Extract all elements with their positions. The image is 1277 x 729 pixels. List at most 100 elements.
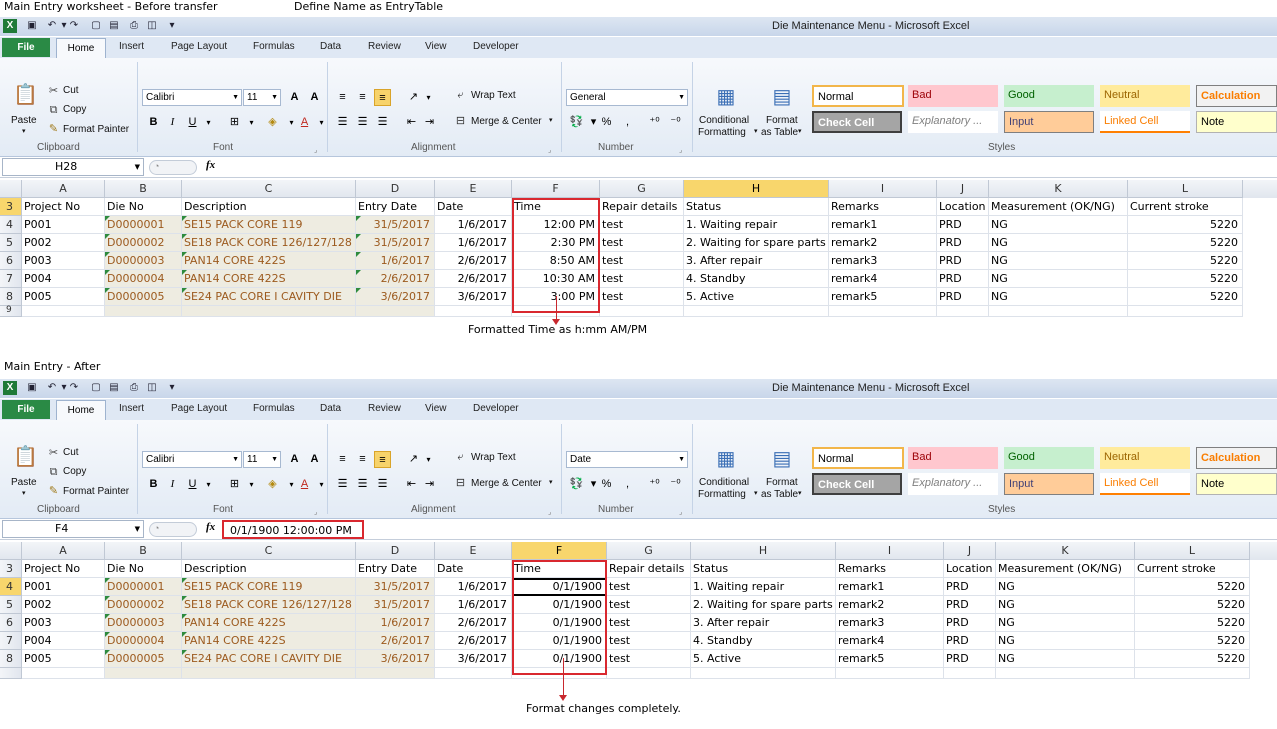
underline-icon[interactable]: U xyxy=(184,476,201,493)
table-cell[interactable]: D0000004 xyxy=(105,270,182,288)
print-icon[interactable]: ⎙ xyxy=(128,382,140,394)
style-normal[interactable]: Normal xyxy=(812,447,904,469)
table-cell[interactable]: P003 xyxy=(22,252,105,270)
table-cell[interactable] xyxy=(989,306,1128,317)
column-title-cell[interactable]: Description xyxy=(182,198,356,216)
table-cell[interactable]: 2/6/2017 xyxy=(435,270,512,288)
column-title-cell[interactable]: Remarks xyxy=(836,560,944,578)
table-cell[interactable]: test xyxy=(607,650,691,668)
copy-icon[interactable]: ⧉ xyxy=(45,102,62,119)
column-title-cell[interactable]: Status xyxy=(691,560,836,578)
table-cell[interactable]: 0/1/1900 xyxy=(512,578,607,596)
font-size-combo[interactable]: 11 ▼ xyxy=(243,451,281,468)
column-title-cell[interactable]: Location xyxy=(937,198,989,216)
tab-page-layout[interactable]: Page Layout xyxy=(171,403,227,414)
table-cell[interactable]: NG xyxy=(989,252,1128,270)
column-title-cell[interactable]: Time xyxy=(512,560,607,578)
table-cell[interactable]: test xyxy=(607,632,691,650)
table-cell[interactable]: 2/6/2017 xyxy=(435,632,512,650)
table-cell[interactable] xyxy=(996,668,1135,679)
bold-icon[interactable]: B xyxy=(145,476,162,493)
decrease-decimal-icon[interactable]: ⁻⁰ xyxy=(667,114,684,131)
open-icon[interactable]: ▤ xyxy=(108,382,120,394)
wrap-text-icon[interactable]: ⤶ xyxy=(452,87,469,104)
align-right-icon[interactable]: ☰ xyxy=(374,114,391,131)
table-cell[interactable] xyxy=(944,668,996,679)
column-header-L[interactable]: L xyxy=(1135,542,1250,560)
column-header-G[interactable]: G xyxy=(607,542,691,560)
print-preview-icon[interactable]: ◫ xyxy=(146,382,158,394)
cut-button[interactable]: Cut xyxy=(63,447,79,458)
format-as-table-dropdown-icon[interactable]: ▾ xyxy=(798,127,802,135)
table-cell[interactable]: SE18 PACK CORE 126/127/128 xyxy=(182,234,356,252)
table-cell[interactable]: D0000003 xyxy=(105,614,182,632)
align-middle-icon[interactable]: ≡ xyxy=(354,89,371,106)
table-cell[interactable]: 10:30 AM xyxy=(512,270,600,288)
row-header[interactable]: 8 xyxy=(0,650,22,668)
table-cell[interactable]: P004 xyxy=(22,632,105,650)
column-header-E[interactable]: E xyxy=(435,180,512,198)
underline-dropdown-icon[interactable]: ▾ xyxy=(200,114,217,131)
shrink-font-icon[interactable]: A xyxy=(306,89,323,106)
table-cell[interactable]: test xyxy=(600,216,684,234)
column-header-K[interactable]: K xyxy=(989,180,1128,198)
table-cell[interactable]: NG xyxy=(989,234,1128,252)
style-check-cell[interactable]: Check Cell xyxy=(812,473,902,495)
column-title-cell[interactable]: Current stroke xyxy=(1135,560,1250,578)
table-cell[interactable]: 1/6/2017 xyxy=(435,234,512,252)
style-explanatory[interactable]: Explanatory ... xyxy=(908,473,998,495)
column-title-cell[interactable]: Project No xyxy=(22,560,105,578)
font-color-icon[interactable]: A xyxy=(296,114,313,131)
wrap-text-button[interactable]: Wrap Text xyxy=(471,90,516,101)
style-explanatory[interactable]: Explanatory ... xyxy=(908,111,998,133)
table-cell[interactable]: P005 xyxy=(22,288,105,306)
table-cell[interactable]: D0000002 xyxy=(105,596,182,614)
customize-qat-icon[interactable]: ▾ xyxy=(166,382,178,394)
table-cell[interactable]: PRD xyxy=(944,596,996,614)
font-dialog-launcher-icon[interactable]: ⌟ xyxy=(314,146,317,154)
format-painter-button[interactable]: Format Painter xyxy=(63,486,129,497)
table-cell[interactable]: test xyxy=(607,596,691,614)
font-size-combo[interactable]: 11 ▼ xyxy=(243,89,281,106)
column-header-B[interactable]: B xyxy=(105,180,182,198)
table-cell[interactable]: P003 xyxy=(22,614,105,632)
table-cell[interactable] xyxy=(356,668,435,679)
format-as-table-label-2[interactable]: as Table xyxy=(761,489,798,500)
table-cell[interactable] xyxy=(607,668,691,679)
accounting-format-icon[interactable]: 💱 xyxy=(568,114,585,131)
align-middle-icon[interactable]: ≡ xyxy=(354,451,371,468)
merge-center-button[interactable]: Merge & Center xyxy=(471,478,542,489)
table-cell[interactable]: 1. Waiting repair xyxy=(691,578,836,596)
row-header[interactable]: 7 xyxy=(0,632,22,650)
font-color-icon[interactable]: A xyxy=(296,476,313,493)
tab-review[interactable]: Review xyxy=(368,41,401,52)
row-header[interactable] xyxy=(0,668,22,679)
column-header-L[interactable]: L xyxy=(1128,180,1243,198)
table-cell[interactable]: SE18 PACK CORE 126/127/128 xyxy=(182,596,356,614)
formula-input[interactable]: 0/1/1900 12:00:00 PM xyxy=(222,520,364,539)
table-cell[interactable]: remark5 xyxy=(836,650,944,668)
table-cell[interactable]: 1. Waiting repair xyxy=(684,216,829,234)
table-cell[interactable]: P001 xyxy=(22,578,105,596)
table-cell[interactable]: PRD xyxy=(944,632,996,650)
new-icon[interactable]: ▢ xyxy=(90,20,102,32)
table-cell[interactable]: 5220 xyxy=(1135,578,1250,596)
row-header[interactable]: 8 xyxy=(0,288,22,306)
table-cell[interactable] xyxy=(684,306,829,317)
style-calculation[interactable]: Calculation xyxy=(1196,85,1277,107)
table-cell[interactable]: test xyxy=(600,234,684,252)
paste-button[interactable]: Paste xyxy=(11,115,37,126)
italic-icon[interactable]: I xyxy=(164,114,181,131)
table-cell[interactable]: 31/5/2017 xyxy=(356,596,435,614)
table-cell[interactable]: NG xyxy=(996,614,1135,632)
table-cell[interactable]: 5. Active xyxy=(684,288,829,306)
row-header[interactable]: 6 xyxy=(0,252,22,270)
table-cell[interactable]: D0000002 xyxy=(105,234,182,252)
tab-developer[interactable]: Developer xyxy=(473,41,519,52)
paste-button[interactable]: Paste xyxy=(11,477,37,488)
table-cell[interactable]: 0/1/1900 xyxy=(512,650,607,668)
tab-file[interactable]: File xyxy=(2,38,50,57)
table-cell[interactable]: P002 xyxy=(22,234,105,252)
table-cell[interactable]: remark2 xyxy=(836,596,944,614)
align-top-icon[interactable]: ≡ xyxy=(334,451,351,468)
